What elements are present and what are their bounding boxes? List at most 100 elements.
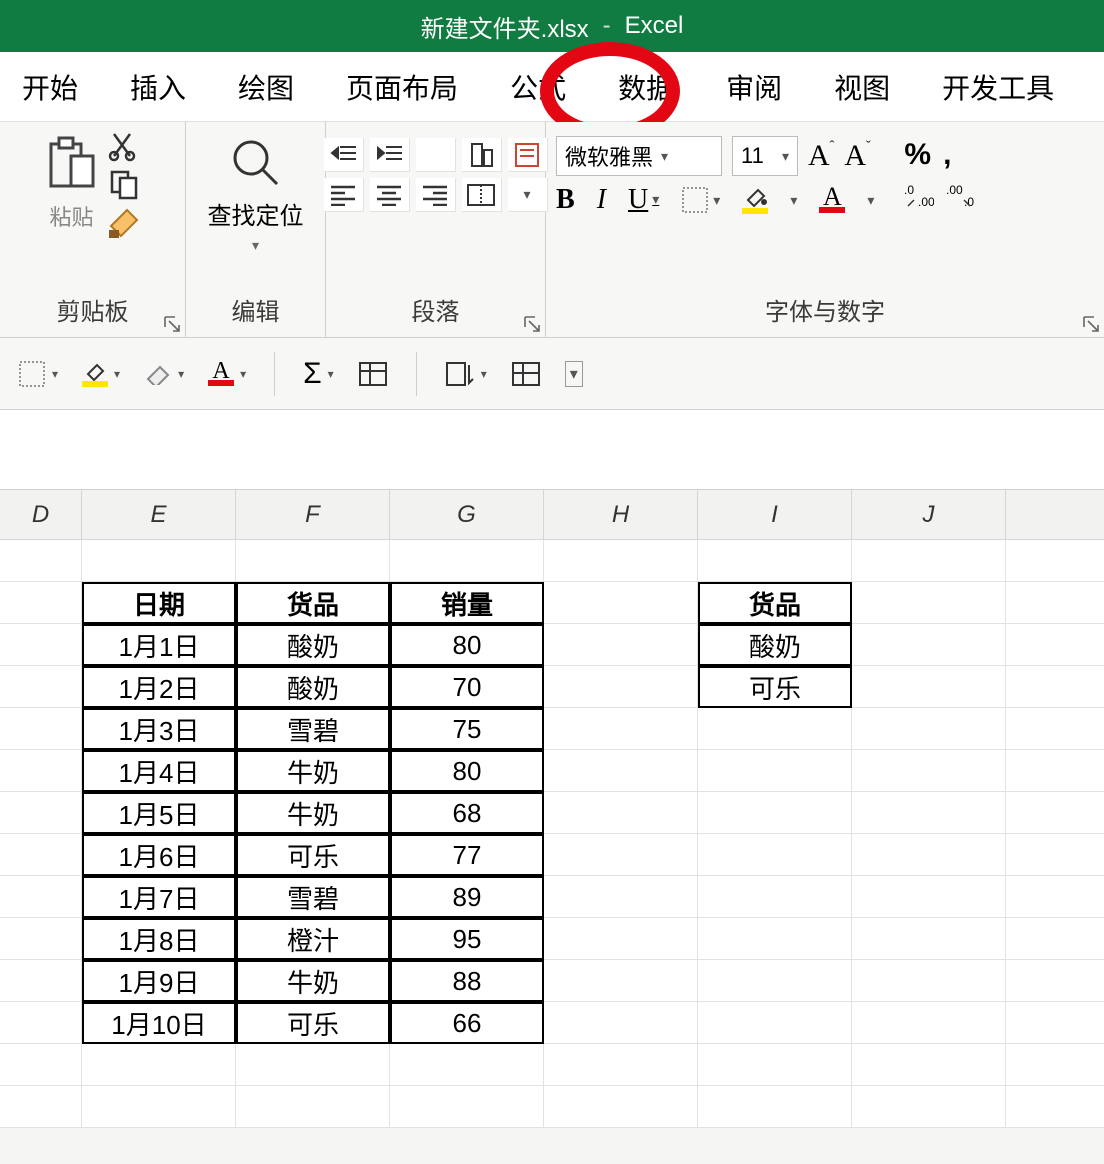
cell[interactable]: 1月6日 — [82, 834, 236, 876]
font-size-select[interactable]: 11 ▾ — [732, 136, 798, 176]
qt-table-icon[interactable] — [358, 361, 388, 387]
cell[interactable] — [544, 834, 698, 876]
cell[interactable]: 牛奶 — [236, 750, 390, 792]
cell[interactable] — [544, 918, 698, 960]
cell[interactable]: 70 — [390, 666, 544, 708]
cell[interactable] — [82, 540, 236, 582]
cell[interactable] — [1006, 750, 1104, 792]
align-center-icon[interactable] — [370, 178, 410, 212]
bold-button[interactable]: B — [556, 184, 575, 216]
cell[interactable] — [544, 876, 698, 918]
cell[interactable] — [0, 834, 82, 876]
cell[interactable] — [236, 1044, 390, 1086]
cell[interactable] — [1006, 624, 1104, 666]
cell[interactable] — [698, 960, 852, 1002]
qt-more[interactable]: ▾ — [565, 361, 583, 387]
decrease-decimal-icon[interactable]: .00.0 — [946, 182, 976, 208]
tab-layout[interactable]: 页面布局 — [346, 67, 458, 107]
qt-autosum[interactable]: Σ▾ — [303, 357, 334, 391]
cell[interactable]: 80 — [390, 624, 544, 666]
format-painter-icon[interactable] — [107, 206, 141, 240]
cut-icon[interactable] — [108, 130, 140, 162]
cell[interactable] — [852, 1044, 1006, 1086]
cell[interactable] — [852, 1002, 1006, 1044]
cell[interactable]: 雪碧 — [236, 876, 390, 918]
col-G[interactable]: G — [390, 490, 544, 540]
qt-sort-filter[interactable]: ▾ — [445, 361, 487, 387]
cell[interactable] — [0, 750, 82, 792]
cell[interactable] — [698, 750, 852, 792]
tab-view[interactable]: 视图 — [834, 67, 890, 107]
cell[interactable]: 日期 — [82, 582, 236, 624]
cell[interactable]: 68 — [390, 792, 544, 834]
cell[interactable] — [852, 540, 1006, 582]
col-blank[interactable] — [1006, 490, 1104, 540]
cell[interactable] — [390, 1086, 544, 1128]
cell[interactable]: 1月4日 — [82, 750, 236, 792]
col-D[interactable]: D — [0, 490, 82, 540]
cell[interactable]: 1月3日 — [82, 708, 236, 750]
qt-eraser[interactable]: ▾ — [144, 363, 184, 385]
cell[interactable]: 可乐 — [236, 1002, 390, 1044]
cell[interactable] — [852, 624, 1006, 666]
cell[interactable] — [390, 540, 544, 582]
cell[interactable] — [1006, 1086, 1104, 1128]
italic-button[interactable]: I — [597, 184, 606, 216]
text-direction-icon[interactable] — [508, 138, 548, 172]
cell[interactable] — [544, 960, 698, 1002]
cell[interactable] — [544, 1044, 698, 1086]
chevron-down-icon[interactable]: ▾ — [867, 192, 874, 209]
cell[interactable]: 可乐 — [698, 666, 852, 708]
cell[interactable]: 1月9日 — [82, 960, 236, 1002]
cell[interactable] — [544, 792, 698, 834]
cell[interactable]: 1月5日 — [82, 792, 236, 834]
cell[interactable] — [0, 960, 82, 1002]
cell[interactable]: 75 — [390, 708, 544, 750]
chevron-down-icon[interactable]: ▾ — [508, 178, 548, 212]
increase-decimal-icon[interactable]: .0.00 — [904, 182, 934, 208]
cell[interactable] — [1006, 666, 1104, 708]
comma-button[interactable]: , — [943, 138, 951, 172]
cell[interactable]: 1月10日 — [82, 1002, 236, 1044]
percent-button[interactable]: % — [904, 138, 931, 172]
cell[interactable] — [1006, 1044, 1104, 1086]
cell[interactable] — [698, 540, 852, 582]
cell[interactable] — [236, 1086, 390, 1128]
cell[interactable] — [1006, 540, 1104, 582]
cell[interactable]: 可乐 — [236, 834, 390, 876]
cell[interactable] — [698, 834, 852, 876]
cell[interactable] — [0, 1086, 82, 1128]
font-launcher[interactable] — [1082, 315, 1102, 335]
cell[interactable] — [1006, 708, 1104, 750]
cell[interactable] — [544, 624, 698, 666]
cell[interactable] — [698, 792, 852, 834]
tab-home[interactable]: 开始 — [22, 67, 78, 107]
col-I[interactable]: I — [698, 490, 852, 540]
cell[interactable] — [852, 708, 1006, 750]
qt-fill[interactable]: ▾ — [82, 361, 120, 387]
cell[interactable]: 牛奶 — [236, 960, 390, 1002]
increase-font-icon[interactable]: Aˆ — [808, 139, 834, 173]
cell[interactable]: 销量 — [390, 582, 544, 624]
tab-insert[interactable]: 插入 — [130, 67, 186, 107]
cell[interactable] — [0, 624, 82, 666]
qt-font-color[interactable]: A▾ — [208, 362, 246, 386]
cell[interactable] — [698, 918, 852, 960]
cell[interactable] — [544, 708, 698, 750]
cell[interactable] — [698, 708, 852, 750]
col-H[interactable]: H — [544, 490, 698, 540]
align-left-icon[interactable] — [324, 178, 364, 212]
paragraph-launcher[interactable] — [523, 315, 543, 335]
cell[interactable] — [544, 1086, 698, 1128]
align-right-icon[interactable] — [416, 178, 456, 212]
cell[interactable] — [0, 708, 82, 750]
cell[interactable] — [852, 876, 1006, 918]
paste-button[interactable]: 粘贴 — [45, 136, 99, 232]
cell[interactable]: 89 — [390, 876, 544, 918]
cell[interactable] — [544, 666, 698, 708]
cell[interactable] — [852, 666, 1006, 708]
col-J[interactable]: J — [852, 490, 1006, 540]
cell[interactable]: 货品 — [236, 582, 390, 624]
qt-border[interactable]: ▾ — [18, 360, 58, 388]
chevron-down-icon[interactable]: ▾ — [790, 192, 797, 209]
